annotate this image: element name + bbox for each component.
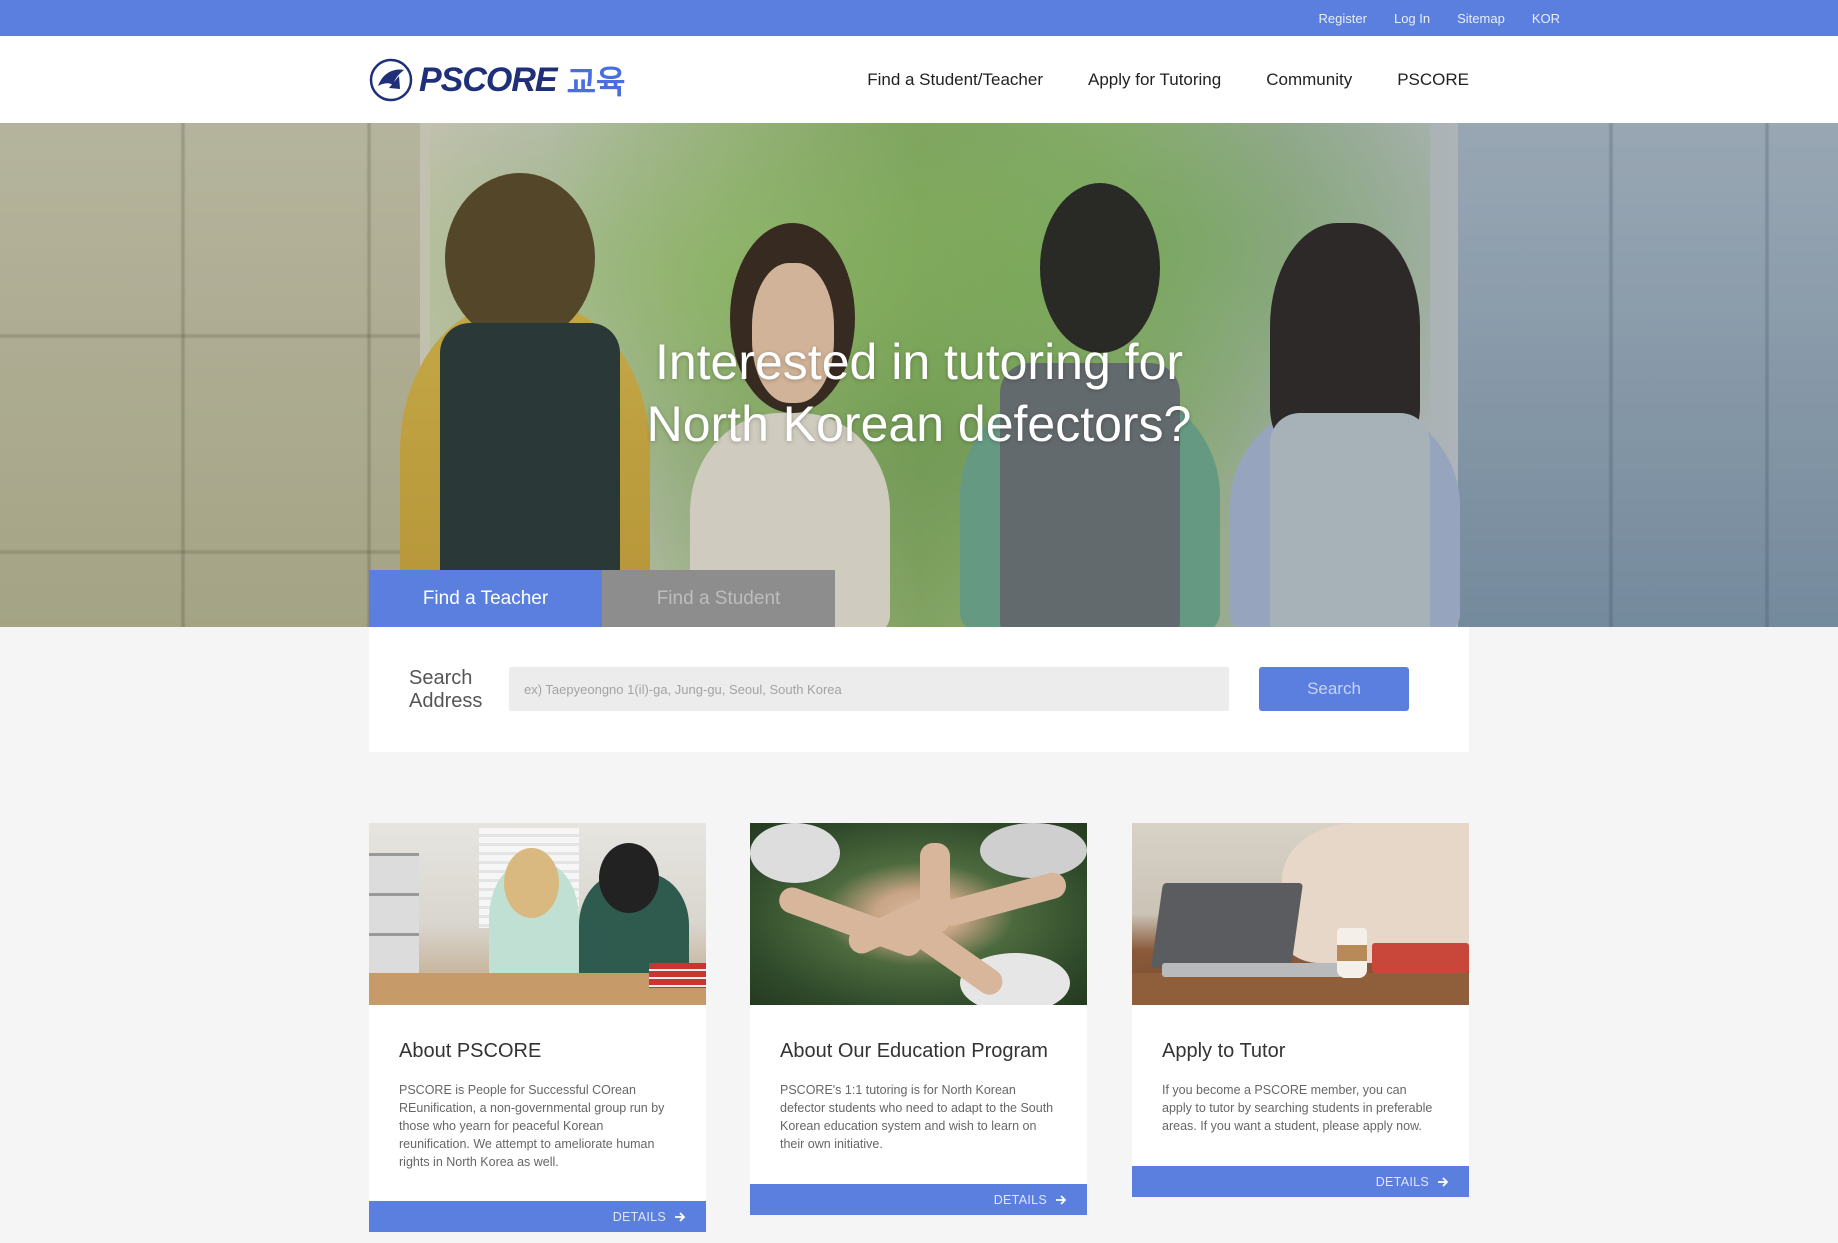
nav-community[interactable]: Community [1266, 70, 1352, 90]
utility-links: Register Log In Sitemap KOR [1319, 0, 1560, 36]
card-details-button[interactable]: DETAILS [1132, 1166, 1469, 1197]
nav-apply-for-tutoring[interactable]: Apply for Tutoring [1088, 70, 1221, 90]
register-link[interactable]: Register [1319, 11, 1367, 26]
card-description: If you become a PSCORE member, you can a… [1162, 1083, 1433, 1133]
tab-find-teacher[interactable]: Find a Teacher [369, 570, 602, 627]
arrow-right-icon [675, 1211, 686, 1222]
card-education-program-image [750, 823, 1087, 1005]
card-details-label: DETAILS [1375, 1174, 1429, 1189]
logo-brand-text: PSCORE [419, 60, 558, 99]
address-search-input[interactable] [509, 667, 1229, 711]
card-details-label: DETAILS [612, 1209, 666, 1224]
card-title: About PSCORE [399, 1040, 542, 1062]
card-about-pscore: About PSCORE PSCORE is People for Succes… [369, 823, 706, 1232]
address-search-panel: Search Address Search [369, 627, 1469, 752]
card-education-program: About Our Education Program PSCORE's 1:1… [750, 823, 1087, 1215]
card-apply-to-tutor: Apply to Tutor If you become a PSCORE me… [1132, 823, 1469, 1197]
hero-headline-line1: Interested in tutoring for [654, 334, 1184, 390]
nav-pscore[interactable]: PSCORE [1397, 70, 1469, 90]
login-link[interactable]: Log In [1394, 11, 1430, 26]
card-title: Apply to Tutor [1162, 1040, 1286, 1062]
card-details-label: DETAILS [993, 1192, 1047, 1207]
search-address-label-line2: Address [409, 690, 483, 712]
hero-banner: Interested in tutoring for North Korean … [0, 123, 1838, 627]
card-description: PSCORE's 1:1 tutoring is for North Korea… [780, 1083, 1054, 1151]
search-address-label: Search Address [409, 667, 482, 713]
main-nav: Find a Student/Teacher Apply for Tutorin… [867, 36, 1469, 123]
nav-find-student-teacher[interactable]: Find a Student/Teacher [867, 70, 1043, 90]
logo-korean-text: 교육 [566, 63, 626, 101]
site-logo[interactable]: PSCORE 교육 [369, 57, 625, 103]
card-details-button[interactable]: DETAILS [369, 1201, 706, 1232]
site-header: PSCORE 교육 Find a Student/Teacher Apply f… [0, 36, 1838, 123]
card-details-button[interactable]: DETAILS [750, 1184, 1087, 1215]
sitemap-link[interactable]: Sitemap [1457, 11, 1505, 26]
card-description: PSCORE is People for Successful COrean R… [399, 1083, 665, 1169]
language-link[interactable]: KOR [1532, 11, 1560, 26]
pscore-emblem-icon [369, 58, 413, 102]
hero-headline: Interested in tutoring for North Korean … [0, 331, 1838, 455]
hero-headline-line2: North Korean defectors? [646, 396, 1192, 452]
top-utility-bar: Register Log In Sitemap KOR [0, 0, 1838, 36]
arrow-right-icon [1438, 1176, 1449, 1187]
card-apply-to-tutor-image [1132, 823, 1469, 1005]
arrow-right-icon [1056, 1194, 1067, 1205]
card-title: About Our Education Program [780, 1040, 1048, 1062]
tab-find-student[interactable]: Find a Student [602, 570, 835, 627]
card-about-pscore-image [369, 823, 706, 1005]
search-address-label-line1: Search [409, 667, 473, 689]
search-mode-tabs: Find a Teacher Find a Student [369, 570, 835, 627]
search-button[interactable]: Search [1259, 667, 1409, 711]
